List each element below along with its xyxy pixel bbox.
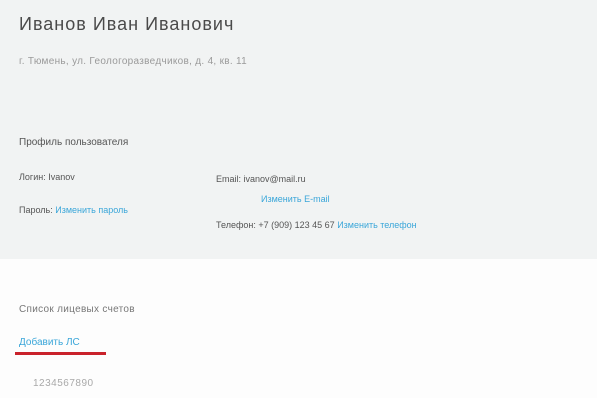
email-label: Email: bbox=[216, 174, 242, 184]
phone-label: Телефон: bbox=[216, 220, 256, 230]
login-row: Логин: Ivanov bbox=[19, 172, 75, 182]
accounts-title: Список лицевых счетов bbox=[19, 304, 135, 315]
account-list-item[interactable]: 1234567890 bbox=[33, 378, 94, 389]
profile-section: Профиль пользователя Логин: Ivanov Парол… bbox=[0, 103, 597, 259]
accounts-section: Список лицевых счетов Добавить ЛС 123456… bbox=[0, 259, 597, 398]
profile-title: Профиль пользователя bbox=[19, 137, 129, 148]
phone-value: +7 (909) 123 45 67 bbox=[258, 220, 335, 230]
email-value: ivanov@mail.ru bbox=[243, 174, 306, 184]
change-email-link[interactable]: Изменить E-mail bbox=[261, 194, 330, 204]
email-row: Email: ivanov@mail.ru bbox=[216, 174, 306, 184]
password-label: Пароль: bbox=[19, 205, 53, 215]
password-row: Пароль: Изменить пароль bbox=[19, 205, 128, 215]
phone-row: Телефон: +7 (909) 123 45 67 Изменить тел… bbox=[216, 220, 417, 230]
login-value: Ivanov bbox=[48, 172, 75, 182]
user-full-name: Иванов Иван Иванович bbox=[19, 14, 235, 34]
change-phone-link[interactable]: Изменить телефон bbox=[337, 220, 416, 230]
add-account-underline bbox=[15, 352, 106, 355]
email-change-row: Изменить E-mail bbox=[261, 194, 330, 204]
login-label: Логин: bbox=[19, 172, 46, 182]
add-account-link[interactable]: Добавить ЛС bbox=[19, 337, 80, 348]
user-header: Иванов Иван Иванович г. Тюмень, ул. Геол… bbox=[0, 0, 597, 103]
change-password-link[interactable]: Изменить пароль bbox=[55, 205, 128, 215]
user-address: г. Тюмень, ул. Геологоразведчиков, д. 4,… bbox=[19, 56, 248, 67]
